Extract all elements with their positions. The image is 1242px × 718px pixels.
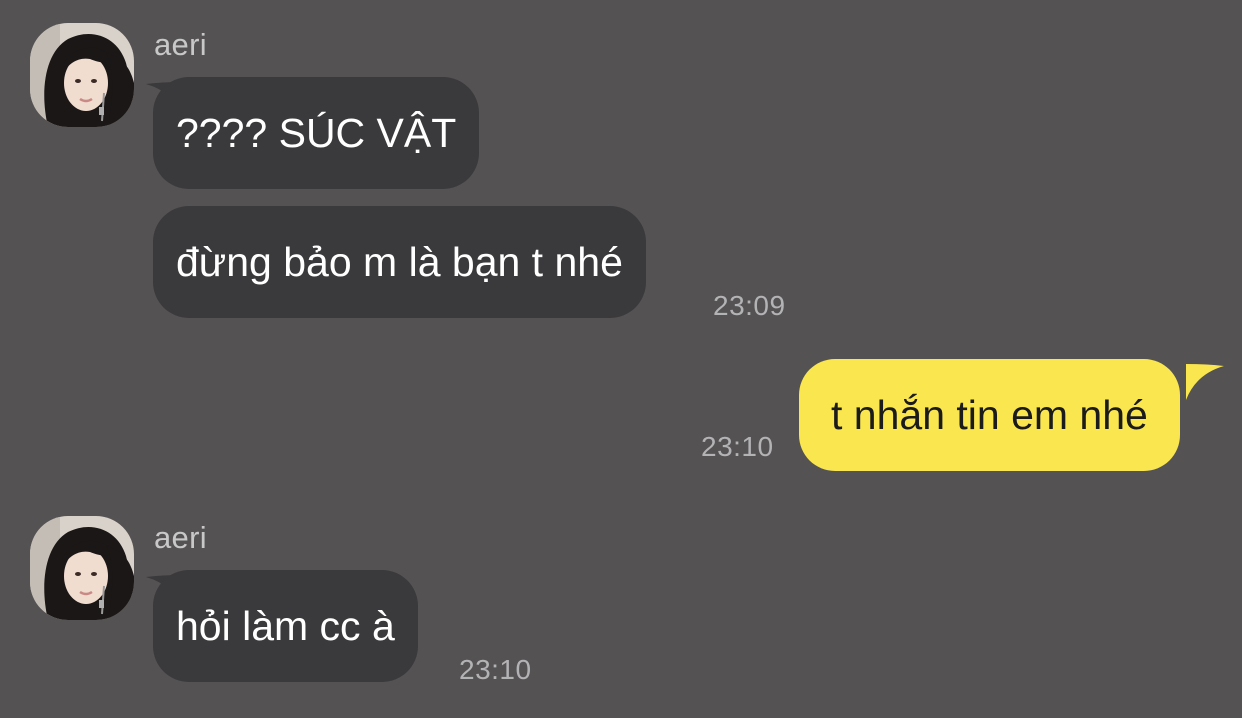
sender-name: aeri xyxy=(154,520,207,555)
avatar-aeri[interactable] xyxy=(30,23,134,127)
sender-name: aeri xyxy=(154,27,207,62)
avatar-aeri[interactable] xyxy=(30,516,134,620)
message-bubble-outgoing[interactable]: t nhắn tin em nhé xyxy=(799,359,1180,471)
bubble-tail xyxy=(1186,364,1224,400)
message-bubble-incoming[interactable]: ???? SÚC VẬT xyxy=(153,77,480,189)
message-timestamp: 23:09 xyxy=(713,290,786,321)
message-bubble-incoming[interactable]: đừng bảo m là bạn t nhé xyxy=(153,206,646,318)
chat-view: aeri ???? SÚC VẬT đừng bảo m là bạn t nh… xyxy=(0,0,1242,718)
message-timestamp: 23:10 xyxy=(701,431,774,462)
message-bubble-incoming[interactable]: hỏi làm cc à xyxy=(153,570,418,682)
profile-photo-icon xyxy=(30,516,134,620)
profile-photo-icon xyxy=(30,23,134,127)
message-timestamp: 23:10 xyxy=(459,654,532,685)
